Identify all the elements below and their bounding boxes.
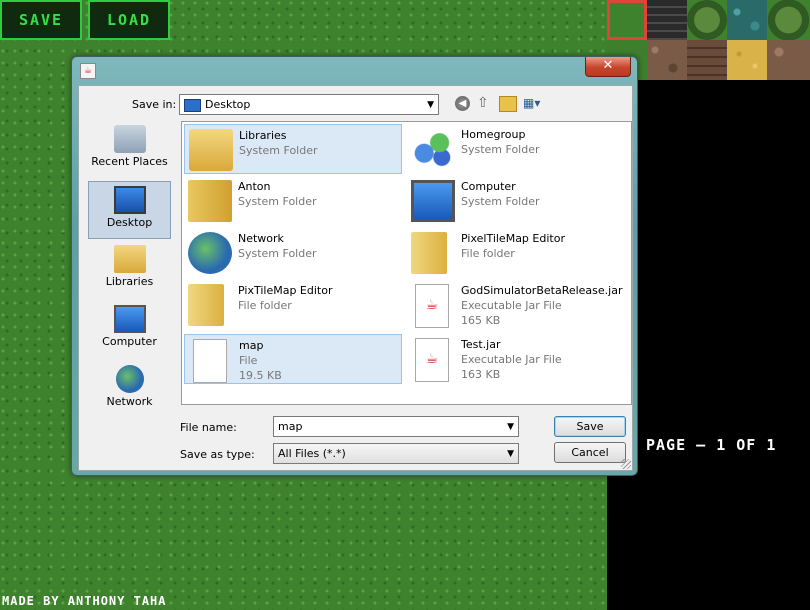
sidebar-item-computer[interactable]: Computer — [88, 301, 171, 359]
sidebar-item-label: Desktop — [106, 216, 153, 229]
file-item-godsimulator-jar[interactable]: ☕ GodSimulatorBetaRelease.jar Executable… — [407, 280, 625, 330]
file-type: System Folder — [461, 143, 540, 156]
network-icon — [188, 232, 232, 274]
save-dialog: ☕ ✕ Save in: Desktop ▼ ◀ ⇧ ▦▾ Recent Pla… — [71, 56, 638, 476]
desktop-icon — [184, 99, 201, 112]
file-size: 19.5 KB — [239, 369, 282, 382]
up-folder-icon[interactable]: ⇧ — [477, 95, 493, 111]
file-size: 163 KB — [461, 368, 501, 381]
places-sidebar: Recent Places Desktop Libraries Computer… — [88, 121, 171, 408]
computer-icon — [113, 305, 146, 333]
tree-tile[interactable] — [687, 0, 727, 40]
save-in-label: Save in: — [132, 98, 177, 111]
file-name: Libraries — [239, 129, 287, 142]
recent-places-icon — [113, 125, 146, 153]
sidebar-item-desktop[interactable]: Desktop — [88, 181, 171, 239]
sidebar-item-label: Libraries — [105, 275, 154, 288]
save-button[interactable]: Save — [554, 416, 626, 437]
file-size: 165 KB — [461, 314, 501, 327]
tree-tile[interactable] — [767, 0, 810, 40]
save-as-type-dropdown[interactable]: All Files (*.*) ▼ — [273, 443, 519, 464]
file-icon — [193, 339, 227, 383]
sand-tile[interactable] — [727, 40, 767, 80]
file-name: PixTileMap Editor — [238, 284, 333, 297]
file-item-test-jar[interactable]: ☕ Test.jar Executable Jar File 163 KB — [407, 334, 625, 384]
save-map-button[interactable]: SAVE — [0, 0, 82, 40]
save-as-type-value: All Files (*.*) — [278, 447, 346, 460]
file-type: System Folder — [238, 247, 317, 260]
folder-icon — [411, 232, 447, 274]
file-name: PixelTileMap Editor — [461, 232, 565, 245]
file-name: Anton — [238, 180, 271, 193]
file-item-map[interactable]: map File 19.5 KB — [184, 334, 402, 384]
cancel-button[interactable]: Cancel — [554, 442, 626, 463]
water-tile[interactable] — [727, 0, 767, 40]
save-in-dropdown[interactable]: Desktop ▼ — [179, 94, 439, 115]
user-folder-icon — [188, 180, 232, 222]
file-type: System Folder — [239, 144, 318, 157]
file-type: Executable Jar File — [461, 353, 562, 366]
file-type: System Folder — [238, 195, 317, 208]
sidebar-item-label: Recent Places — [91, 155, 168, 168]
computer-icon — [411, 180, 455, 222]
file-item-computer[interactable]: Computer System Folder — [407, 176, 625, 226]
file-name: Homegroup — [461, 128, 526, 141]
wood-plank-tile[interactable] — [687, 40, 727, 80]
stone-brick-tile[interactable] — [647, 0, 687, 40]
libraries-icon — [113, 245, 146, 273]
grass-tile[interactable] — [607, 0, 647, 40]
file-type: File folder — [238, 299, 292, 312]
file-item-homegroup[interactable]: Homegroup System Folder — [407, 124, 625, 174]
dirt-tile[interactable] — [767, 40, 810, 80]
dialog-client-area: Save in: Desktop ▼ ◀ ⇧ ▦▾ Recent Places … — [78, 85, 633, 471]
close-button[interactable]: ✕ — [585, 57, 631, 77]
file-item-pixeltilemap-editor[interactable]: PixelTileMap Editor File folder — [407, 228, 625, 278]
jar-file-icon: ☕ — [415, 338, 449, 382]
chevron-down-icon[interactable]: ▼ — [507, 422, 514, 432]
file-name: Network — [238, 232, 284, 245]
back-icon[interactable]: ◀ — [455, 96, 470, 111]
sidebar-item-libraries[interactable]: Libraries — [88, 241, 171, 299]
file-type: System Folder — [461, 195, 540, 208]
file-item-anton[interactable]: Anton System Folder — [184, 176, 402, 226]
jar-file-icon: ☕ — [415, 284, 449, 328]
file-name: GodSimulatorBetaRelease.jar — [461, 284, 623, 297]
file-name-value: map — [278, 420, 303, 433]
file-type: Executable Jar File — [461, 299, 562, 312]
save-as-type-label: Save as type: — [180, 448, 255, 461]
load-map-button[interactable]: LOAD — [88, 0, 170, 40]
file-name: Test.jar — [461, 338, 501, 351]
file-list-pane: Libraries System Folder Homegroup System… — [181, 121, 632, 405]
new-folder-icon[interactable] — [499, 96, 517, 112]
sidebar-item-network[interactable]: Network — [88, 361, 171, 419]
resize-grip[interactable] — [621, 459, 631, 469]
file-item-libraries[interactable]: Libraries System Folder — [184, 124, 402, 174]
file-name: map — [239, 339, 264, 352]
libraries-icon — [189, 129, 233, 171]
credit-text: MADE BY ANTHONY TAHA — [2, 594, 167, 608]
folder-icon — [188, 284, 224, 326]
sidebar-item-recent-places[interactable]: Recent Places — [88, 121, 171, 179]
page-indicator: PAGE — 1 OF 1 — [646, 436, 777, 454]
file-item-network[interactable]: Network System Folder — [184, 228, 402, 278]
dirt-tile[interactable] — [647, 40, 687, 80]
chevron-down-icon: ▼ — [507, 448, 514, 459]
desktop-icon — [113, 186, 146, 214]
file-name-label: File name: — [180, 421, 237, 434]
view-menu-icon[interactable]: ▦▾ — [523, 95, 549, 111]
save-in-value: Desktop — [205, 98, 251, 111]
file-name-input[interactable]: map ▼ — [273, 416, 519, 437]
file-type: File — [239, 354, 258, 367]
chevron-down-icon: ▼ — [427, 99, 434, 110]
file-item-pixtilemap-editor[interactable]: PixTileMap Editor File folder — [184, 280, 402, 330]
file-name: Computer — [461, 180, 516, 193]
network-icon — [115, 365, 144, 393]
file-type: File folder — [461, 247, 515, 260]
sidebar-item-label: Network — [106, 395, 153, 408]
java-app-icon: ☕ — [80, 63, 96, 79]
sidebar-item-label: Computer — [102, 335, 157, 348]
homegroup-icon — [411, 128, 455, 170]
